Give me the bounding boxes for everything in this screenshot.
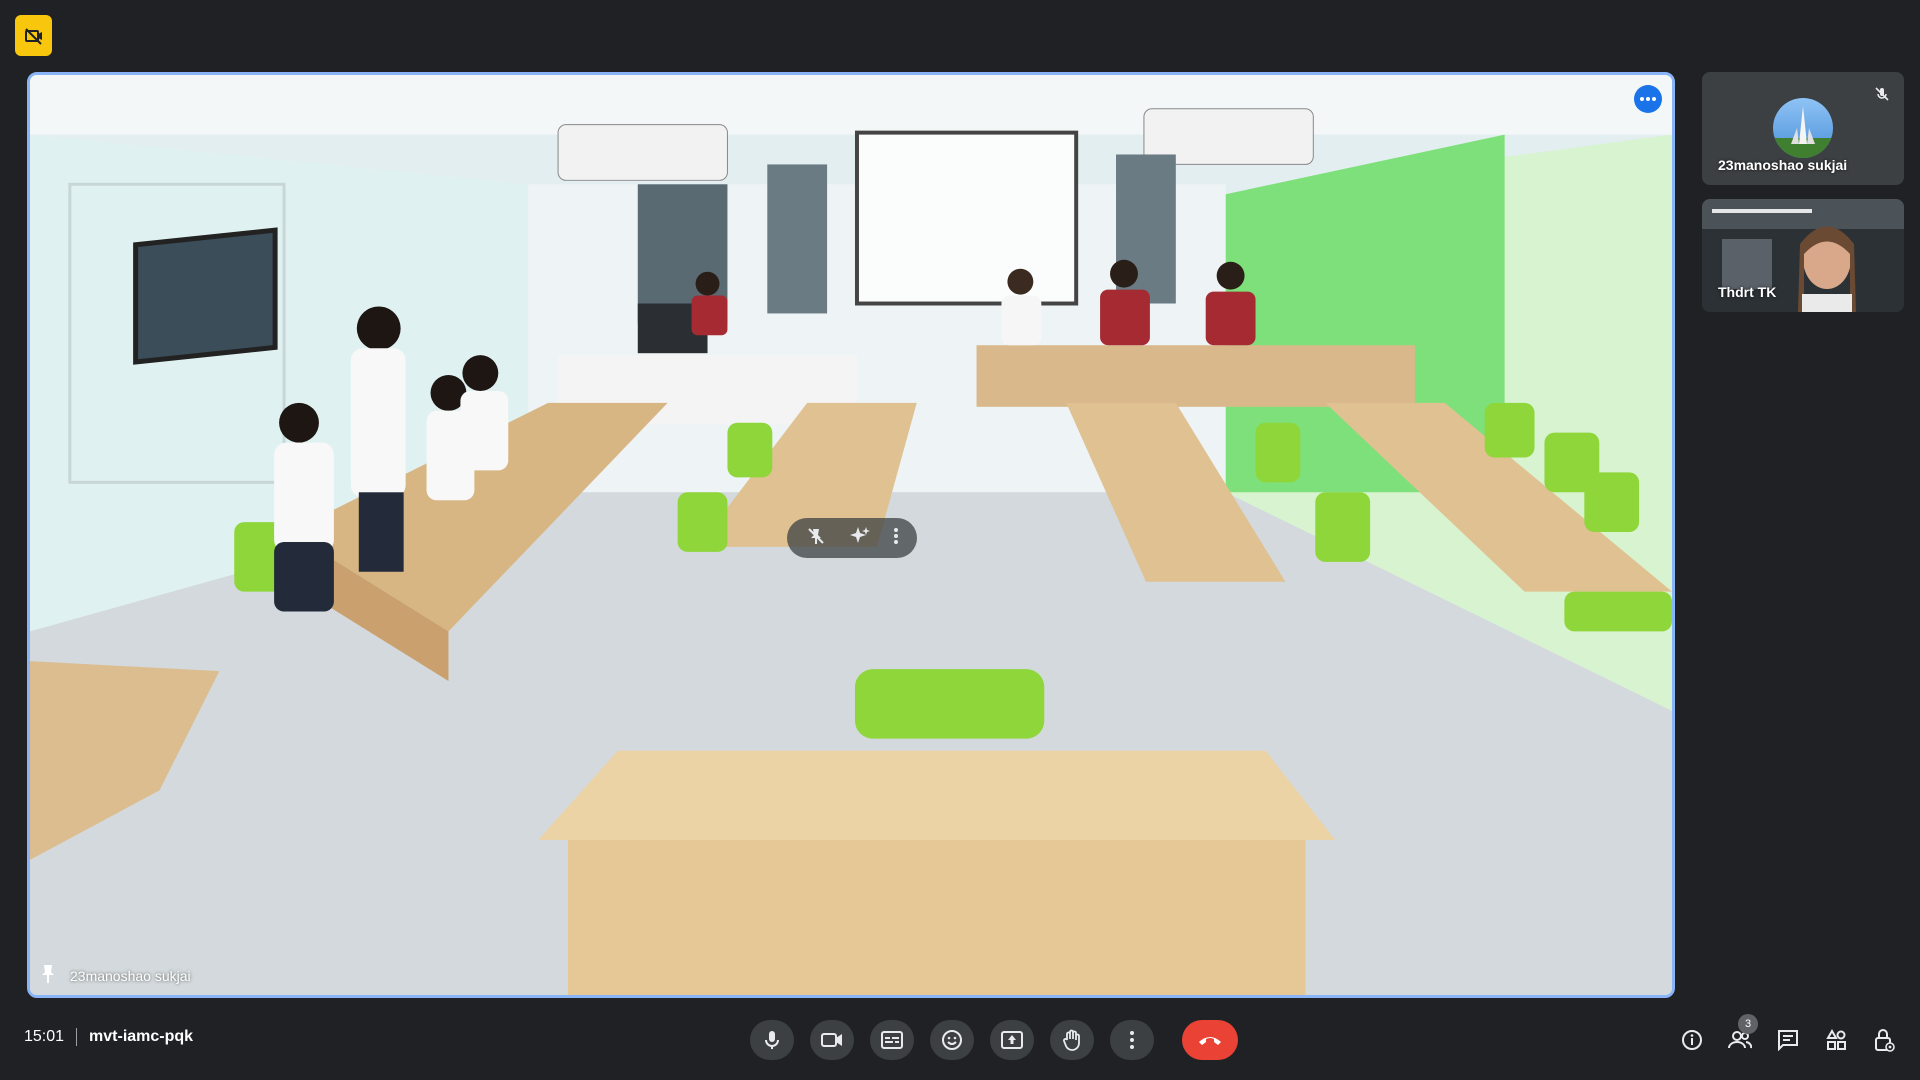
tile-more-icon[interactable] bbox=[1634, 85, 1662, 113]
participant-name: Thdrt TK bbox=[1718, 284, 1777, 300]
emoji-icon bbox=[942, 1030, 962, 1050]
host-controls-button[interactable] bbox=[1860, 1020, 1908, 1060]
people-count-badge: 3 bbox=[1738, 1014, 1758, 1034]
more-options-button[interactable] bbox=[1110, 1020, 1154, 1060]
meeting-code: mvt-iamc-pqk bbox=[89, 1028, 194, 1045]
main-video-tile[interactable]: 23manoshao sukjai bbox=[27, 72, 1675, 998]
right-panel-icons: 3 bbox=[1668, 1014, 1908, 1060]
recording-indicator-icon[interactable] bbox=[15, 15, 52, 56]
videocam-icon bbox=[821, 1033, 842, 1047]
monument-avatar bbox=[1773, 98, 1833, 158]
participant-tile[interactable]: 23manoshao sukjai bbox=[1702, 72, 1904, 185]
mic-button[interactable] bbox=[750, 1020, 794, 1060]
more-vertical-icon[interactable] bbox=[893, 527, 898, 549]
meeting-time: 15:01 bbox=[24, 1028, 65, 1045]
activities-button[interactable] bbox=[1812, 1020, 1860, 1060]
meeting-info: 15:01 mvt-iamc-pqk bbox=[24, 1028, 193, 1046]
meeting-details-button[interactable] bbox=[1668, 1020, 1716, 1060]
activities-icon bbox=[1826, 1029, 1846, 1050]
main-tile-participant-name: 23manoshao sukjai bbox=[70, 967, 191, 984]
call-end-icon bbox=[1199, 1037, 1221, 1045]
chat-icon bbox=[1778, 1030, 1798, 1051]
host-controls-icon bbox=[1875, 1029, 1895, 1052]
participant-name: 23manoshao sukjai bbox=[1718, 157, 1848, 173]
present-screen-icon bbox=[1001, 1031, 1023, 1049]
captions-icon bbox=[881, 1031, 903, 1049]
leave-call-button[interactable] bbox=[1182, 1020, 1238, 1060]
present-button[interactable] bbox=[990, 1020, 1034, 1060]
pin-icon[interactable] bbox=[40, 964, 56, 987]
mic-icon bbox=[765, 1031, 779, 1049]
more-vertical-icon bbox=[1130, 1031, 1134, 1049]
raise-hand-button[interactable] bbox=[1050, 1020, 1094, 1060]
mic-off-icon bbox=[1874, 86, 1890, 107]
chat-button[interactable] bbox=[1764, 1020, 1812, 1060]
reactions-button[interactable] bbox=[930, 1020, 974, 1060]
bottom-bar: 15:01 mvt-iamc-pqk 3 bbox=[0, 1010, 1920, 1070]
people-button[interactable]: 3 bbox=[1716, 1014, 1764, 1060]
tile-hover-controls bbox=[787, 518, 917, 558]
call-controls bbox=[750, 1020, 1246, 1060]
camera-button[interactable] bbox=[810, 1020, 854, 1060]
divider bbox=[76, 1028, 78, 1046]
main-tile-name: 23manoshao sukjai bbox=[40, 964, 191, 987]
hand-icon bbox=[1063, 1029, 1080, 1051]
captions-button[interactable] bbox=[870, 1020, 914, 1060]
info-icon bbox=[1682, 1030, 1702, 1050]
sparkle-effects-icon[interactable] bbox=[849, 525, 871, 552]
pin-off-icon[interactable] bbox=[806, 526, 826, 551]
participant-tile[interactable]: Thdrt TK bbox=[1702, 199, 1904, 312]
